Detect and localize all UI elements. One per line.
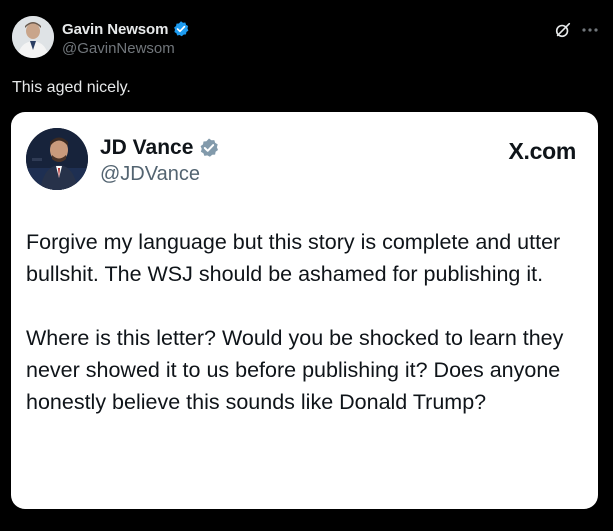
quoted-post-paragraph: Where is this letter? Would you be shock… xyxy=(26,326,564,414)
quoted-author-block: JD Vance @JDVance xyxy=(100,135,220,186)
tweet-text: This aged nicely. xyxy=(12,79,131,96)
quoted-author-name[interactable]: JD Vance xyxy=(100,136,193,160)
verified-badge-icon xyxy=(174,21,189,37)
post-header: Gavin Newsom @GavinNewsom xyxy=(12,16,601,64)
verified-badge-grey-icon xyxy=(201,138,219,157)
grok-icon[interactable] xyxy=(554,21,572,39)
avatar[interactable] xyxy=(12,16,54,58)
author-name-row: Gavin Newsom xyxy=(62,19,190,39)
quoted-post-body: Forgive my language but this story is co… xyxy=(26,226,586,418)
quoted-avatar-photo-icon xyxy=(26,128,88,190)
more-options-icon[interactable] xyxy=(580,20,600,40)
author-block: Gavin Newsom @GavinNewsom xyxy=(62,19,190,57)
source-logo: X.com xyxy=(508,138,576,164)
quoted-author-avatar[interactable] xyxy=(26,128,88,190)
quoted-author-handle[interactable]: @JDVance xyxy=(100,163,220,186)
author-name[interactable]: Gavin Newsom xyxy=(62,21,168,38)
avatar-photo-icon xyxy=(12,16,54,58)
quoted-post-paragraph: Forgive my language but this story is co… xyxy=(26,230,561,286)
quoted-author-name-row: JD Vance xyxy=(100,135,220,161)
quoted-post-card[interactable]: JD Vance @JDVance X.com Forgive my langu… xyxy=(11,112,598,509)
author-handle[interactable]: @GavinNewsom xyxy=(62,40,190,57)
